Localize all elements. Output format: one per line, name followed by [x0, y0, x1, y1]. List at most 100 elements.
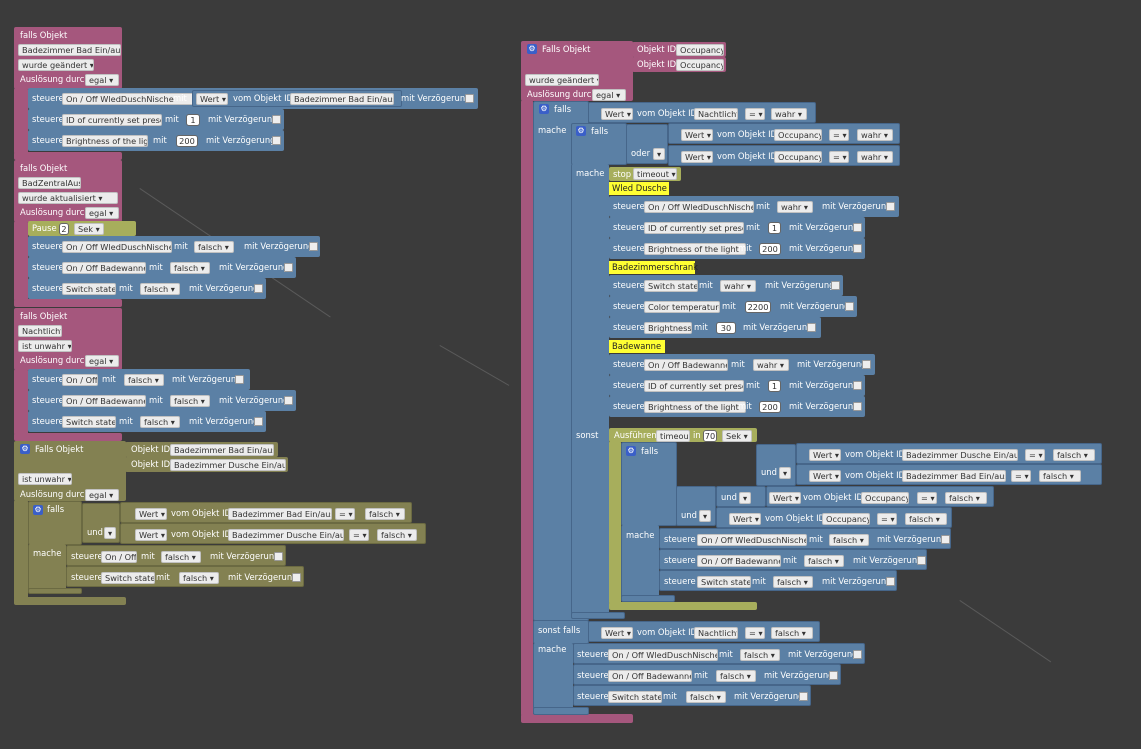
gear-icon[interactable]: ⚙	[33, 505, 43, 515]
object-field[interactable]: Badezimmer Bad Ein/aus	[170, 444, 274, 456]
delay-checkbox[interactable]	[853, 223, 862, 232]
gear-icon[interactable]: ⚙	[539, 104, 549, 114]
control-block[interactable]: steuere Switch state mit wahr ▾ mit Verz…	[609, 275, 843, 296]
compare-block[interactable]: Wert ▾ vom Objekt ID Occupancy = ▾ falsc…	[766, 486, 994, 507]
object-field[interactable]: Occupancy	[822, 513, 870, 525]
property-dropdown[interactable]: On / Off Badewanne	[62, 262, 146, 274]
control-block[interactable]: steuere On / Off Badewanne mit falsch ▾ …	[573, 664, 841, 685]
compare-block[interactable]: Wert ▾ vom Objekt ID Badezimmer Bad Ein/…	[120, 502, 412, 523]
property-dropdown[interactable]: Color temperature	[644, 301, 720, 313]
number-field[interactable]: 200	[759, 401, 781, 413]
value-dropdown[interactable]: wahr ▾	[777, 201, 813, 213]
value-dropdown[interactable]: Wert ▾	[135, 529, 167, 541]
trigger-dropdown[interactable]: egal ▾	[592, 89, 626, 101]
property-dropdown[interactable]: On / Off Badewanne	[644, 359, 728, 371]
number-field[interactable]: 1	[186, 114, 200, 126]
property-dropdown[interactable]: Switch state	[62, 416, 116, 428]
number-field[interactable]: 200	[176, 135, 198, 147]
control-block[interactable]: steuere On / Off mit falsch ▾ mit Verzög…	[28, 369, 250, 390]
gear-icon[interactable]: ⚙	[20, 444, 30, 454]
property-dropdown[interactable]: ID of currently set preset	[644, 380, 744, 392]
value-dropdown[interactable]: Wert ▾	[601, 108, 633, 120]
object-field[interactable]: Occupancy	[676, 44, 724, 56]
value-dropdown[interactable]: wahr ▾	[720, 280, 756, 292]
control-block[interactable]: steuere Switch state mit falsch ▾ mit Ve…	[28, 278, 266, 299]
property-dropdown[interactable]: Brightness of the light	[62, 135, 148, 147]
control-block[interactable]: steuere On / Off Badewanne mit falsch ▾ …	[28, 390, 296, 411]
value-dropdown[interactable]: Wert ▾	[809, 470, 841, 482]
delay-checkbox[interactable]	[254, 284, 263, 293]
delay-checkbox[interactable]	[799, 692, 808, 701]
event-dropdown[interactable]: wurde aktualisiert ▾	[18, 192, 118, 204]
operator-dropdown[interactable]: ▾	[739, 492, 751, 504]
object-field[interactable]: Occupancy	[676, 59, 724, 71]
timer-name-field[interactable]: timeout	[656, 430, 690, 442]
delay-checkbox[interactable]	[853, 244, 862, 253]
value-dropdown[interactable]: Wert ▾	[135, 508, 167, 520]
compare-block[interactable]: Wert ▾ vom Objekt ID Badezimmer Dusche E…	[796, 443, 1102, 464]
number-field[interactable]: 2	[59, 223, 69, 235]
compare-dropdown[interactable]: = ▾	[1025, 449, 1045, 461]
property-dropdown[interactable]: Brightness of the light	[644, 243, 746, 255]
control-block[interactable]: steuere Brightness of the light mit 200 …	[28, 130, 284, 151]
delay-checkbox[interactable]	[284, 263, 293, 272]
delay-checkbox[interactable]	[853, 381, 862, 390]
property-dropdown[interactable]: On / Off Badewanne	[697, 555, 781, 567]
object-field[interactable]: Badezimmer Bad Ein/aus	[228, 508, 332, 520]
value-dropdown[interactable]: Wert ▾	[729, 513, 761, 525]
value-dropdown[interactable]: wahr ▾	[753, 359, 789, 371]
compare-dropdown[interactable]: = ▾	[917, 492, 937, 504]
value-dropdown[interactable]: Wert ▾	[681, 151, 713, 163]
event-dropdown[interactable]: ist unwahr ▾	[18, 473, 72, 485]
object-field[interactable]: Occupancy	[774, 129, 822, 141]
delay-checkbox[interactable]	[886, 577, 895, 586]
property-dropdown[interactable]: Switch state	[608, 691, 662, 703]
pause-block[interactable]: Pause 2 Sek ▾	[28, 221, 136, 236]
compare-block[interactable]: Wert ▾ vom Objekt ID Badezimmer Bad Ein/…	[796, 464, 1102, 485]
trigger-dropdown[interactable]: egal ▾	[85, 74, 119, 86]
delay-checkbox[interactable]	[829, 671, 838, 680]
property-dropdown[interactable]: ID of currently set preset	[62, 114, 162, 126]
delay-checkbox[interactable]	[272, 136, 281, 145]
compare-dropdown[interactable]: = ▾	[829, 151, 849, 163]
compare-dropdown[interactable]: = ▾	[745, 108, 765, 120]
compare-block[interactable]: Wert ▾ vom Objekt ID Occupancy = ▾ wahr …	[668, 123, 900, 144]
property-dropdown[interactable]: On / Off WledDuschNische	[608, 649, 718, 661]
value-dropdown[interactable]: falsch ▾	[161, 551, 201, 563]
compare-block[interactable]: Wert ▾ vom Objekt ID Occupancy = ▾ falsc…	[716, 507, 952, 528]
gear-icon[interactable]: ⚙	[527, 44, 537, 54]
number-field[interactable]: 2200	[745, 301, 771, 313]
property-dropdown[interactable]: On / Off WledDuschNische	[644, 201, 754, 213]
control-block[interactable]: steuere Switch state mit falsch ▾ mit Ve…	[66, 566, 304, 587]
object-field[interactable]: Badezimmer Dusche Ein/aus	[902, 449, 1018, 461]
value-dropdown[interactable]: falsch ▾	[1053, 449, 1095, 461]
control-block[interactable]: steuere Brightness of the light mit 200 …	[609, 238, 865, 259]
trigger-dropdown[interactable]: egal ▾	[85, 207, 119, 219]
delay-checkbox[interactable]	[235, 375, 244, 384]
value-dropdown[interactable]: falsch ▾	[365, 508, 405, 520]
object-field[interactable]: Nachtlicht	[18, 325, 62, 337]
value-dropdown[interactable]: falsch ▾	[829, 534, 869, 546]
operator-dropdown[interactable]: ▾	[699, 510, 711, 522]
value-dropdown[interactable]: falsch ▾	[179, 572, 219, 584]
trigger-dropdown[interactable]: egal ▾	[85, 355, 119, 367]
value-dropdown[interactable]: falsch ▾	[194, 241, 234, 253]
property-dropdown[interactable]: Brightness of the light	[644, 401, 746, 413]
operator-dropdown[interactable]: ▾	[779, 467, 791, 479]
number-field[interactable]: 200	[759, 243, 781, 255]
delay-checkbox[interactable]	[309, 242, 318, 251]
compare-block[interactable]: Wert ▾ vom Objekt ID Occupancy = ▾ wahr …	[668, 145, 900, 166]
object-field[interactable]: Occupancy	[774, 151, 822, 163]
property-dropdown[interactable]: On / Off	[62, 374, 98, 386]
value-dropdown[interactable]: falsch ▾	[140, 283, 180, 295]
control-block[interactable]: steuere ID of currently set preset mit 1…	[28, 109, 284, 130]
number-field[interactable]: 1	[768, 380, 781, 392]
number-field[interactable]: 70	[703, 430, 717, 442]
property-dropdown[interactable]: Switch state	[697, 576, 751, 588]
control-block[interactable]: steuere On / Off WledDuschNische mit Wer…	[28, 88, 478, 109]
value-dropdown[interactable]: Wert ▾	[809, 449, 841, 461]
control-block[interactable]: steuere On / Off WledDuschNische mit fal…	[28, 236, 320, 257]
delay-checkbox[interactable]	[886, 202, 895, 211]
value-dropdown[interactable]: wahr ▾	[857, 129, 893, 141]
value-dropdown[interactable]: Wert ▾	[681, 129, 713, 141]
